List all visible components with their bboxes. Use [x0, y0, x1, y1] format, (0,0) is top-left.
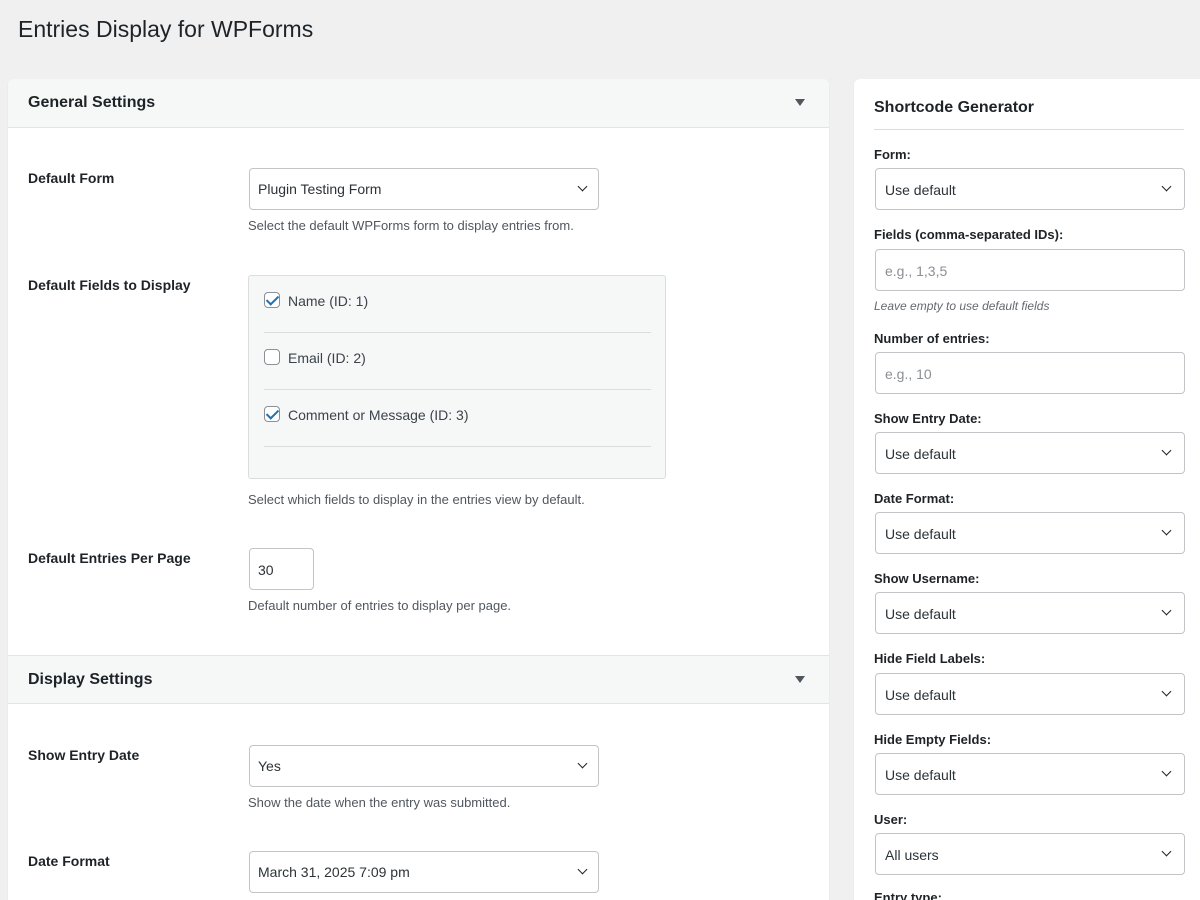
name-checkbox[interactable] [264, 292, 280, 308]
entries-per-page-label: Default Entries Per Page [28, 550, 191, 566]
fields-checkbox-list: Name (ID: 1) Email (ID: 2) Comment or Me… [248, 275, 666, 479]
display-settings-title: Display Settings [28, 671, 153, 688]
entries-per-page-input[interactable]: 30 [249, 548, 314, 590]
chevron-down-icon [1161, 525, 1172, 536]
default-form-select[interactable]: Plugin Testing Form [249, 168, 599, 210]
email-checkbox[interactable] [264, 349, 280, 365]
show-entry-date-description: Show the date when the entry was submitt… [248, 795, 511, 810]
sc-show-entry-date-label: Show Entry Date: [874, 411, 982, 426]
chevron-down-icon [1161, 445, 1172, 456]
show-entry-date-select[interactable]: Yes [249, 745, 599, 787]
sc-hide-empty-fields-value: Use default [885, 767, 956, 783]
collapse-arrow-icon[interactable] [795, 99, 805, 106]
date-format-value: March 31, 2025 7:09 pm [258, 864, 410, 880]
chevron-down-icon [577, 758, 588, 769]
sc-fields-label: Fields (comma-separated IDs): [874, 227, 1064, 242]
entries-per-page-description: Default number of entries to display per… [248, 598, 512, 613]
sc-hide-field-labels-value: Use default [885, 687, 956, 703]
sc-user-value: All users [885, 847, 939, 863]
default-fields-description: Select which fields to display in the en… [248, 492, 585, 507]
page-title: Entries Display for WPForms [18, 16, 314, 42]
sc-hide-empty-fields-label: Hide Empty Fields: [874, 732, 992, 747]
date-format-label: Date Format [28, 853, 110, 869]
default-form-label: Default Form [28, 170, 115, 186]
sc-show-entry-date-select[interactable]: Use default [875, 432, 1185, 474]
entries-per-page-value: 30 [258, 562, 274, 578]
sc-form-select[interactable]: Use default [875, 168, 1185, 210]
field-option-name[interactable]: Name (ID: 1) [264, 276, 651, 333]
default-form-value: Plugin Testing Form [258, 181, 382, 197]
sc-fields-hint: Leave empty to use default fields [874, 299, 1050, 313]
sc-entry-type-label: Entry type: [874, 890, 942, 900]
sc-number-placeholder: e.g., 10 [885, 366, 932, 382]
field-option-label: Name (ID: 1) [288, 293, 369, 309]
sc-date-format-select[interactable]: Use default [875, 512, 1185, 554]
chevron-down-icon [577, 864, 588, 875]
sc-user-label: User: [874, 812, 908, 827]
sc-date-format-label: Date Format: [874, 491, 955, 506]
sc-number-input[interactable]: e.g., 10 [875, 352, 1185, 394]
sc-fields-input[interactable]: e.g., 1,3,5 [875, 249, 1185, 291]
sc-fields-placeholder: e.g., 1,3,5 [885, 263, 948, 279]
chevron-down-icon [1161, 766, 1172, 777]
chevron-down-icon [577, 181, 588, 192]
shortcode-generator-title: Shortcode Generator [874, 99, 1035, 116]
sc-show-entry-date-value: Use default [885, 446, 956, 462]
default-form-description: Select the default WPForms form to displ… [248, 218, 574, 233]
shortcode-generator-panel: Shortcode Generator Form: Use default Fi… [854, 79, 1200, 900]
sc-show-username-value: Use default [885, 606, 956, 622]
field-option-email[interactable]: Email (ID: 2) [264, 333, 651, 390]
field-option-label: Email (ID: 2) [288, 350, 366, 366]
chevron-down-icon [1161, 686, 1172, 697]
date-format-select[interactable]: March 31, 2025 7:09 pm [249, 851, 599, 893]
chevron-down-icon [1161, 605, 1172, 616]
sc-show-username-label: Show Username: [874, 571, 980, 586]
sc-show-username-select[interactable]: Use default [875, 592, 1185, 634]
chevron-down-icon [1161, 181, 1172, 192]
show-entry-date-value: Yes [258, 758, 281, 774]
sc-number-label: Number of entries: [874, 331, 990, 346]
comment-checkbox[interactable] [264, 406, 280, 422]
collapse-arrow-icon[interactable] [795, 676, 805, 683]
sc-hide-empty-fields-select[interactable]: Use default [875, 753, 1185, 795]
sc-form-label: Form: [874, 147, 911, 162]
default-fields-label: Default Fields to Display [28, 277, 191, 293]
sc-user-select[interactable]: All users [875, 833, 1185, 875]
chevron-down-icon [1161, 846, 1172, 857]
sc-hide-field-labels-select[interactable]: Use default [875, 673, 1185, 715]
general-settings-header[interactable]: General Settings [8, 79, 829, 128]
display-settings-header[interactable]: Display Settings [8, 655, 829, 704]
sc-hide-field-labels-label: Hide Field Labels: [874, 651, 986, 666]
settings-panel: General Settings Default Form Plugin Tes… [8, 79, 829, 900]
sc-date-format-value: Use default [885, 526, 956, 542]
show-entry-date-label: Show Entry Date [28, 747, 140, 763]
divider [874, 129, 1184, 130]
general-settings-title: General Settings [28, 94, 156, 111]
sc-form-value: Use default [885, 182, 956, 198]
field-option-label: Comment or Message (ID: 3) [288, 407, 469, 423]
field-option-comment[interactable]: Comment or Message (ID: 3) [264, 390, 651, 447]
